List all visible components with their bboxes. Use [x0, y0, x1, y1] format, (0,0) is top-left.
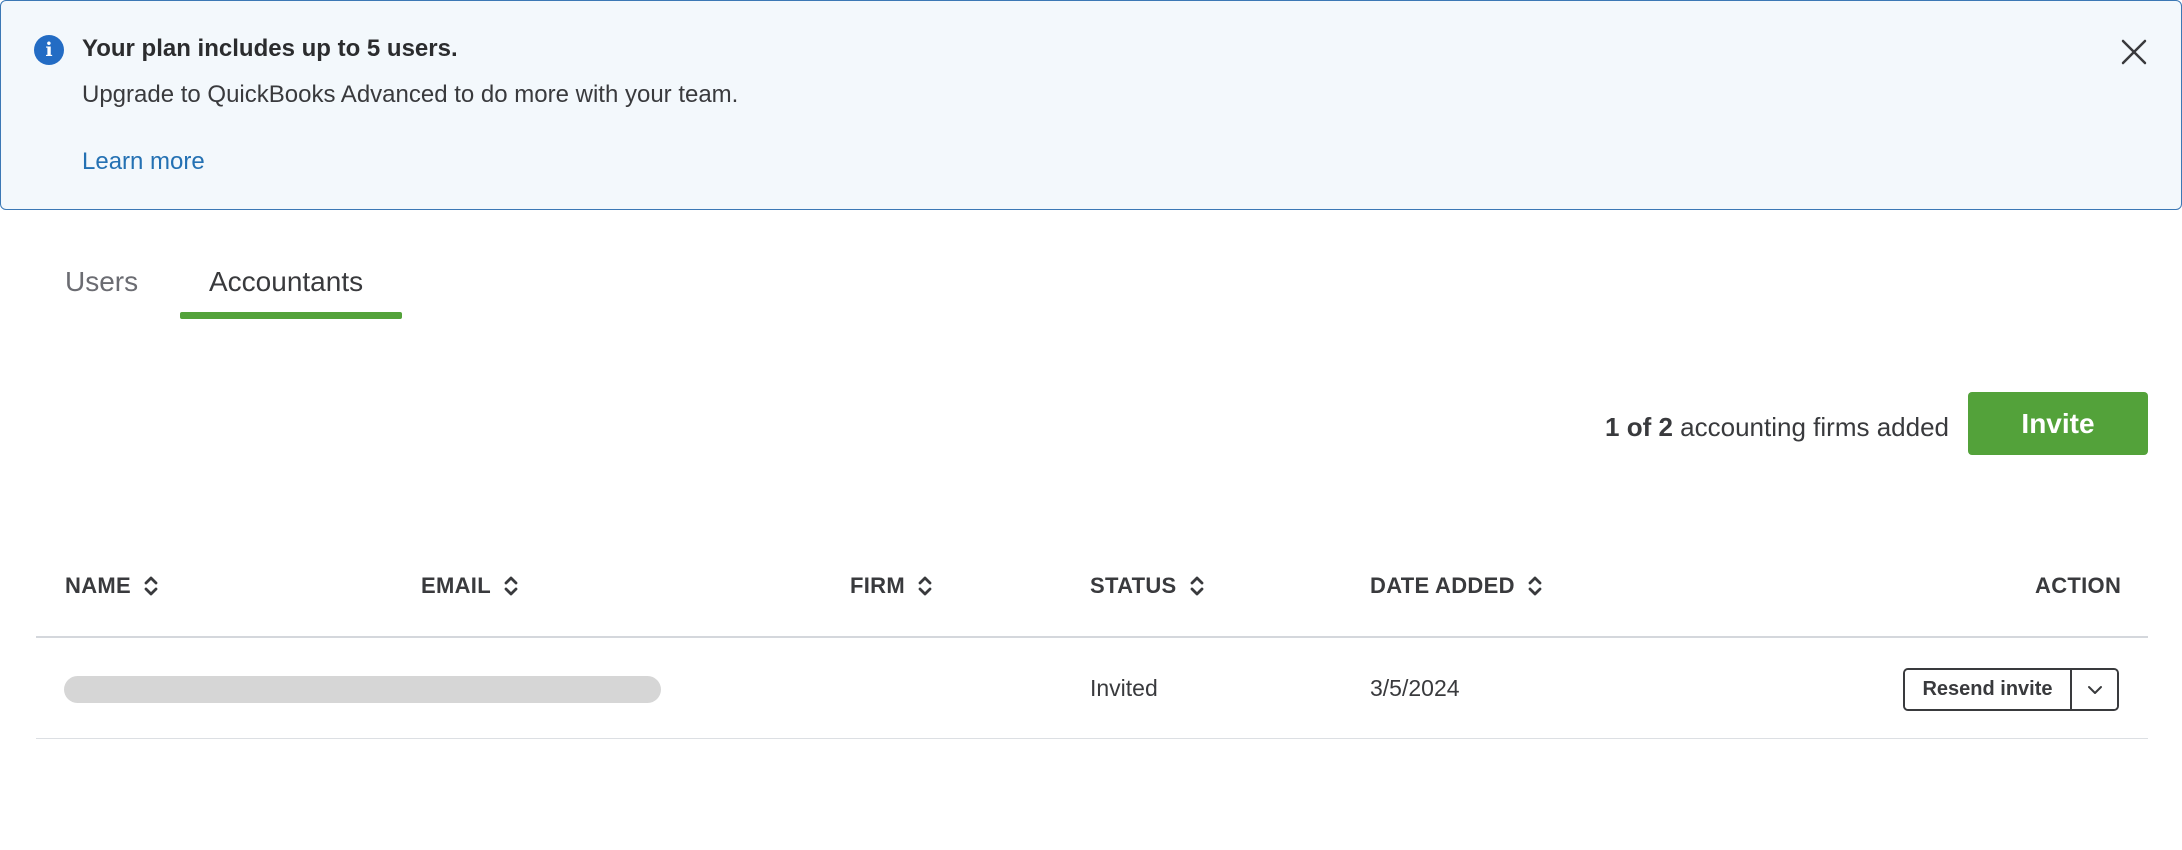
column-header-status[interactable]: STATUS — [1090, 573, 1205, 599]
banner-title: Your plan includes up to 5 users. — [82, 35, 458, 62]
invite-button[interactable]: Invite — [1968, 392, 2148, 455]
learn-more-link[interactable]: Learn more — [82, 148, 205, 176]
column-header-name[interactable]: NAME — [65, 573, 159, 599]
sort-icon — [144, 576, 158, 596]
column-header-label: EMAIL — [421, 573, 491, 598]
table-header-divider — [36, 636, 2148, 638]
column-header-date-added[interactable]: DATE ADDED — [1370, 573, 1543, 599]
active-tab-indicator — [180, 312, 402, 319]
sort-icon — [1190, 576, 1203, 596]
table-row-divider — [36, 738, 2148, 739]
column-header-label: DATE ADDED — [1370, 573, 1515, 598]
firm-count-value: 1 of 2 — [1605, 412, 1673, 442]
firm-count: 1 of 2 accounting firms added — [1605, 412, 1949, 443]
tab-users[interactable]: Users — [65, 266, 138, 298]
close-icon[interactable] — [2117, 35, 2151, 69]
sort-icon — [504, 576, 518, 596]
sort-icon — [1528, 576, 1542, 596]
redacted-name-email — [64, 676, 661, 703]
status-cell: Invited — [1090, 675, 1158, 701]
column-header-firm[interactable]: FIRM — [850, 573, 933, 599]
column-header-label: NAME — [65, 573, 131, 598]
resend-invite-button[interactable]: Resend invite — [1905, 670, 2070, 709]
plan-banner: i Your plan includes up to 5 users. Upgr… — [0, 0, 2182, 210]
tab-accountants[interactable]: Accountants — [209, 266, 363, 298]
column-header-label: ACTION — [2035, 573, 2122, 598]
column-header-label: STATUS — [1090, 573, 1177, 598]
column-header-email[interactable]: EMAIL — [421, 573, 519, 599]
info-icon: i — [34, 35, 64, 65]
sort-icon — [918, 576, 932, 596]
resend-invite-split-button: Resend invite — [1903, 668, 2119, 711]
banner-text: Upgrade to QuickBooks Advanced to do mor… — [82, 81, 739, 108]
firm-count-text: accounting firms added — [1672, 412, 1949, 442]
date-added-cell: 3/5/2024 — [1370, 675, 1460, 701]
column-header-label: FIRM — [850, 573, 905, 598]
column-header-action: ACTION — [2035, 573, 2121, 599]
action-dropdown-button[interactable] — [2072, 670, 2117, 709]
chevron-down-icon — [2087, 685, 2102, 694]
